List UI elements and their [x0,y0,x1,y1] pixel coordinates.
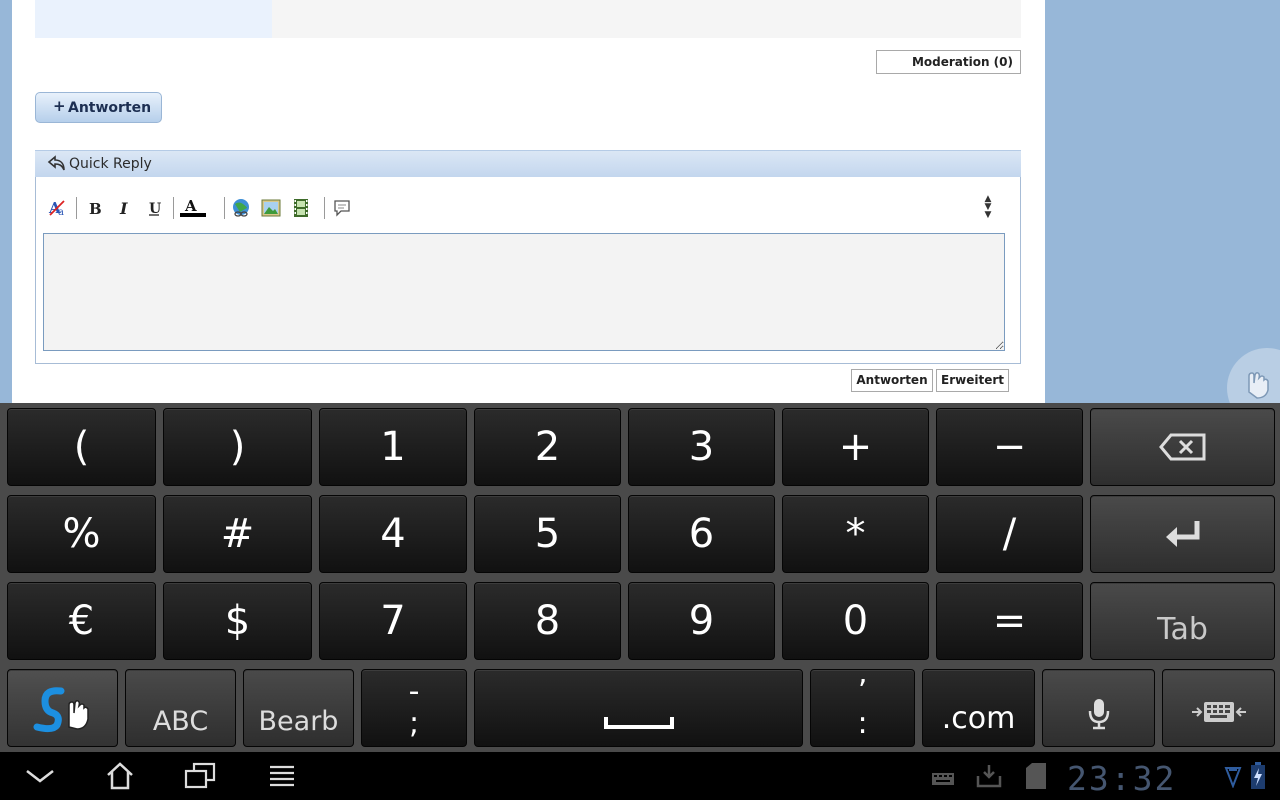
key-abc[interactable]: ABC [125,669,236,747]
post-body-cell [272,0,1021,38]
svg-text:B: B [89,200,102,217]
toolbar-separator [173,197,174,219]
key-3[interactable]: 3 [628,408,775,486]
editor-toolbar: Aa B I U A ▲ ▼ ▼ [46,195,1012,221]
key-4[interactable]: 4 [319,495,467,573]
webpage-viewport: Moderation (0) + Antworten Quick Reply A… [0,0,1280,403]
wifi-icon [1224,764,1242,792]
key-space[interactable] [474,669,803,747]
moderation-button[interactable]: Moderation (0) [876,50,1021,74]
advanced-editor-button[interactable]: Erweitert [936,369,1009,392]
submit-reply-button[interactable]: Antworten [851,369,933,392]
italic-icon[interactable]: I [113,195,135,221]
key-swype[interactable] [7,669,118,747]
key-6[interactable]: 6 [628,495,775,573]
download-icon [975,762,1003,794]
message-textarea[interactable] [43,233,1005,351]
menu-icon [270,765,294,787]
recent-apps-button[interactable] [180,758,220,794]
plus-icon: + [53,97,66,115]
keyboard-settings-icon [1191,702,1246,722]
quick-reply-editor: Aa B I U A ▲ ▼ ▼ [35,177,1021,364]
key-hash[interactable]: # [163,495,312,573]
menu-button[interactable] [262,758,302,794]
svg-text:A: A [184,197,197,215]
enter-icon [1165,521,1199,547]
key-voice[interactable] [1042,669,1155,747]
toolbar-separator [224,197,225,219]
key-1[interactable]: 1 [319,408,467,486]
svg-text:a: a [58,207,64,218]
back-button[interactable] [20,758,60,794]
key-5[interactable]: 5 [474,495,621,573]
key-8[interactable]: 8 [474,582,621,660]
underline-icon[interactable]: U [143,195,165,221]
key-euro[interactable]: € [7,582,156,660]
key-backspace[interactable] [1090,408,1275,486]
quick-reply-title: Quick Reply [69,156,152,172]
reply-button[interactable]: + Antworten [35,92,162,123]
insert-link-icon[interactable] [230,195,252,221]
key-2[interactable]: 2 [474,408,621,486]
key-minus[interactable]: − [936,408,1083,486]
hand-pointer-icon [1248,372,1269,399]
sd-card-icon [1024,762,1048,794]
key-open-paren[interactable]: ( [7,408,156,486]
quick-reply-header[interactable]: Quick Reply [35,150,1021,177]
key-dash-semicolon[interactable]: - ; [361,669,467,747]
toolbar-separator [76,197,77,219]
insert-video-icon[interactable] [290,195,312,221]
quote-icon[interactable] [331,195,353,221]
key-9[interactable]: 9 [628,582,775,660]
key-close-paren[interactable]: ) [163,408,312,486]
key-0[interactable]: 0 [782,582,929,660]
bold-icon[interactable]: B [83,195,105,221]
key-tab[interactable]: Tab [1090,582,1275,660]
resize-icon[interactable]: ▲ ▼ ▼ [982,195,994,221]
reply-arrow-icon [47,155,65,171]
clock: 23:32 [1067,759,1177,798]
battery-icon [1250,762,1266,794]
key-dollar[interactable]: $ [163,582,312,660]
post-author-cell [35,0,272,38]
keyboard-icon [932,770,954,789]
toolbar-separator [324,197,325,219]
svg-text:I: I [119,199,128,217]
back-icon [26,770,54,783]
reply-button-label: Antworten [68,100,152,116]
key-apostrophe-colon[interactable]: ’ : [810,669,915,747]
swype-tip-bubble[interactable] [1227,348,1280,403]
insert-image-icon[interactable] [260,195,282,221]
key-slash[interactable]: / [936,495,1083,573]
backspace-icon [1158,433,1205,461]
key-equals[interactable]: = [936,582,1083,660]
recent-apps-icon [184,762,216,789]
key-enter[interactable] [1090,495,1275,573]
swype-icon [33,687,89,733]
remove-format-icon[interactable]: Aa [46,195,68,221]
key-keyboard-settings[interactable] [1162,669,1275,747]
on-screen-keyboard: ( ) 1 2 3 + − % # 4 5 6 * / € $ 7 8 9 0 … [0,403,1280,752]
key-asterisk[interactable]: * [782,495,929,573]
font-color-icon[interactable]: A [179,195,207,221]
microphone-icon [1088,699,1109,730]
key-percent[interactable]: % [7,495,156,573]
key-plus[interactable]: + [782,408,929,486]
home-icon [107,762,133,790]
key-dotcom[interactable]: .com [922,669,1035,747]
key-7[interactable]: 7 [319,582,467,660]
system-navigation-bar: 23:32 [0,752,1280,800]
space-icon [603,717,674,729]
home-button[interactable] [100,758,140,794]
key-edit[interactable]: Bearb [243,669,354,747]
